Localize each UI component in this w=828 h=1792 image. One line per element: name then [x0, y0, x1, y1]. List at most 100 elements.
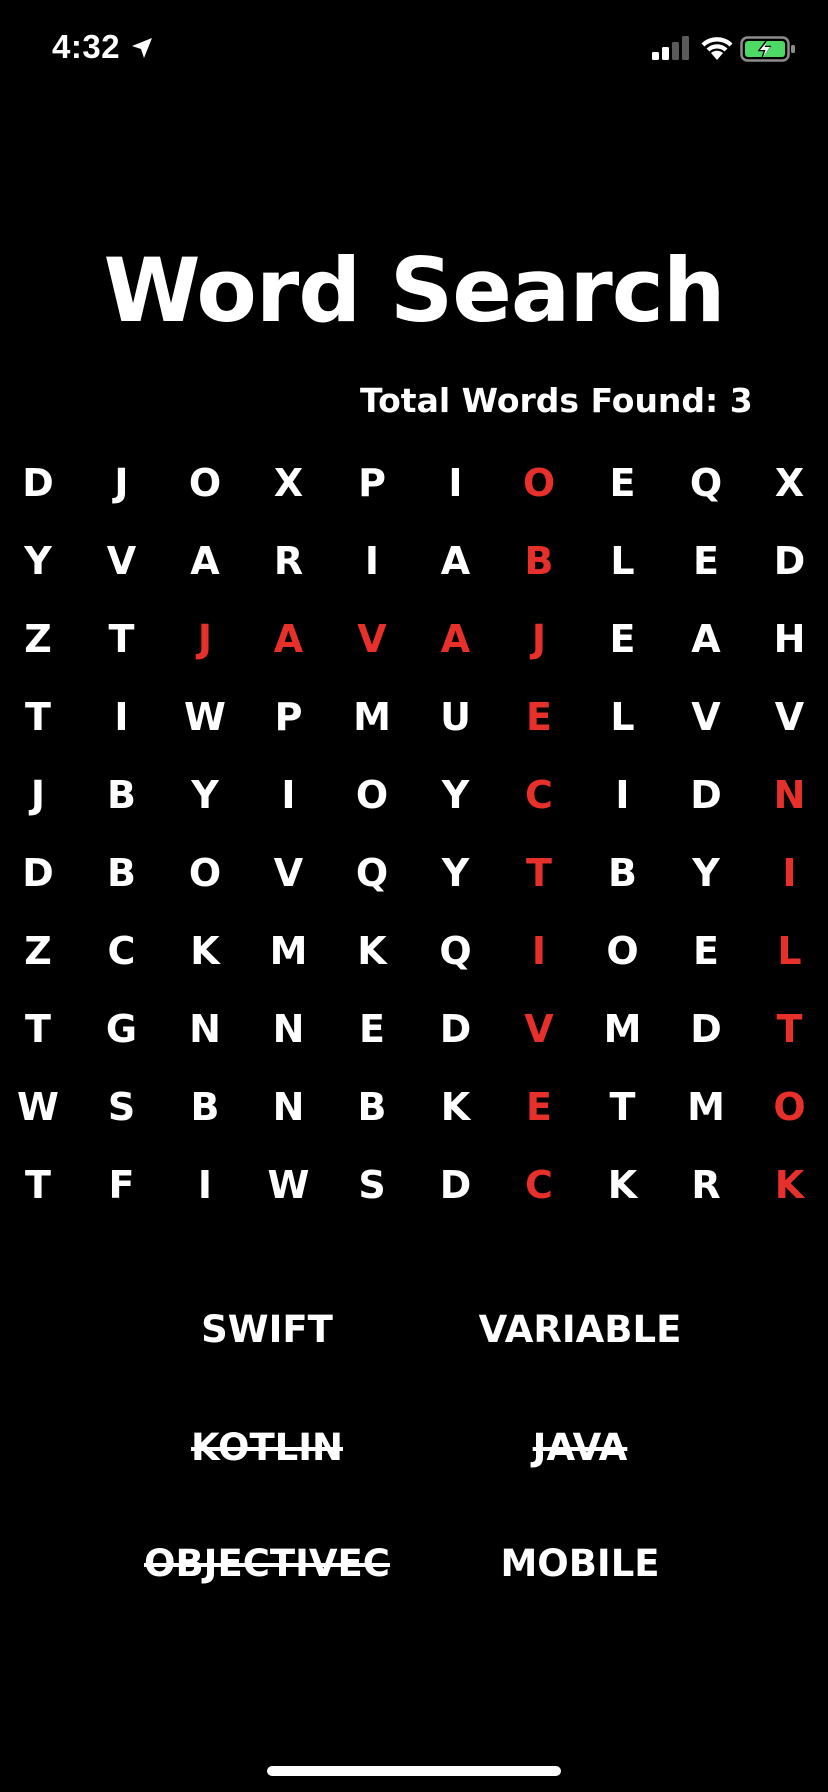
grid-cell-found[interactable]: K	[748, 1146, 828, 1224]
grid-cell[interactable]: B	[330, 1068, 414, 1146]
grid-cell[interactable]: V	[664, 678, 748, 756]
grid-cell-found[interactable]: A	[414, 600, 498, 678]
grid-cell[interactable]: Y	[414, 834, 498, 912]
grid-cell-found[interactable]: L	[748, 912, 828, 990]
grid-cell[interactable]: D	[664, 756, 748, 834]
grid-cell[interactable]: K	[163, 912, 247, 990]
grid-cell[interactable]: N	[247, 1068, 331, 1146]
grid-cell-found[interactable]: V	[497, 990, 581, 1068]
grid-cell[interactable]: O	[330, 756, 414, 834]
grid-cell[interactable]: Q	[664, 444, 748, 522]
grid-cell[interactable]: O	[163, 834, 247, 912]
grid-cell-found[interactable]: E	[497, 678, 581, 756]
grid-cell[interactable]: Z	[0, 600, 80, 678]
grid-cell-found[interactable]: J	[163, 600, 247, 678]
grid-cell-found[interactable]: B	[497, 522, 581, 600]
grid-cell[interactable]: M	[664, 1068, 748, 1146]
grid-cell[interactable]: D	[414, 1146, 498, 1224]
letter-grid[interactable]: DJOXPIOEQXYVARIABLEDZTJAVAJEAHTIWPMUELVV…	[0, 444, 828, 1224]
grid-cell[interactable]: G	[80, 990, 164, 1068]
grid-cell[interactable]: T	[581, 1068, 665, 1146]
grid-cell[interactable]: A	[664, 600, 748, 678]
grid-cell[interactable]: O	[581, 912, 665, 990]
home-indicator[interactable]	[267, 1766, 561, 1776]
grid-cell[interactable]: H	[748, 600, 828, 678]
grid-cell[interactable]: J	[0, 756, 80, 834]
grid-cell[interactable]: W	[0, 1068, 80, 1146]
grid-cell[interactable]: U	[414, 678, 498, 756]
grid-cell[interactable]: B	[80, 834, 164, 912]
grid-cell[interactable]: Y	[0, 522, 80, 600]
grid-cell[interactable]: I	[163, 1146, 247, 1224]
grid-cell[interactable]: D	[664, 990, 748, 1068]
grid-cell-found[interactable]: E	[497, 1068, 581, 1146]
grid-cell[interactable]: B	[581, 834, 665, 912]
grid-cell[interactable]: V	[748, 678, 828, 756]
grid-cell-found[interactable]: O	[497, 444, 581, 522]
grid-cell[interactable]: K	[330, 912, 414, 990]
grid-cell[interactable]: P	[247, 678, 331, 756]
grid-cell[interactable]: E	[330, 990, 414, 1068]
grid-cell[interactable]: I	[330, 522, 414, 600]
grid-cell[interactable]: R	[664, 1146, 748, 1224]
grid-cell[interactable]: C	[80, 912, 164, 990]
grid-cell[interactable]: O	[163, 444, 247, 522]
grid-cell[interactable]: E	[581, 444, 665, 522]
grid-cell[interactable]: T	[0, 990, 80, 1068]
grid-cell-found[interactable]: T	[748, 990, 828, 1068]
grid-cell[interactable]: S	[80, 1068, 164, 1146]
grid-cell[interactable]: X	[748, 444, 828, 522]
grid-cell-found[interactable]: O	[748, 1068, 828, 1146]
grid-cell-found[interactable]: T	[497, 834, 581, 912]
grid-cell-found[interactable]: I	[748, 834, 828, 912]
grid-cell[interactable]: T	[80, 600, 164, 678]
grid-cell[interactable]: A	[163, 522, 247, 600]
grid-cell[interactable]: X	[247, 444, 331, 522]
grid-cell[interactable]: V	[80, 522, 164, 600]
grid-cell-found[interactable]: A	[247, 600, 331, 678]
grid-cell[interactable]: W	[163, 678, 247, 756]
grid-cell[interactable]: V	[247, 834, 331, 912]
grid-cell[interactable]: K	[581, 1146, 665, 1224]
grid-cell[interactable]: R	[247, 522, 331, 600]
grid-cell-found[interactable]: C	[497, 756, 581, 834]
grid-cell[interactable]: E	[664, 522, 748, 600]
grid-cell[interactable]: T	[0, 1146, 80, 1224]
grid-cell[interactable]: M	[581, 990, 665, 1068]
grid-cell[interactable]: A	[414, 522, 498, 600]
grid-cell[interactable]: B	[80, 756, 164, 834]
grid-cell[interactable]: I	[80, 678, 164, 756]
grid-cell[interactable]: I	[414, 444, 498, 522]
grid-cell[interactable]: Q	[414, 912, 498, 990]
grid-cell[interactable]: D	[0, 834, 80, 912]
grid-cell-found[interactable]: J	[497, 600, 581, 678]
grid-cell[interactable]: Y	[664, 834, 748, 912]
grid-cell[interactable]: D	[414, 990, 498, 1068]
grid-cell-found[interactable]: C	[497, 1146, 581, 1224]
grid-cell[interactable]: P	[330, 444, 414, 522]
grid-cell[interactable]: J	[80, 444, 164, 522]
grid-cell[interactable]: E	[581, 600, 665, 678]
grid-cell[interactable]: N	[163, 990, 247, 1068]
grid-cell[interactable]: Z	[0, 912, 80, 990]
grid-cell[interactable]: E	[664, 912, 748, 990]
grid-cell[interactable]: L	[581, 522, 665, 600]
grid-cell[interactable]: D	[0, 444, 80, 522]
grid-cell[interactable]: N	[247, 990, 331, 1068]
grid-cell[interactable]: I	[247, 756, 331, 834]
grid-cell-found[interactable]: N	[748, 756, 828, 834]
grid-cell[interactable]: M	[247, 912, 331, 990]
grid-cell[interactable]: M	[330, 678, 414, 756]
grid-cell-found[interactable]: I	[497, 912, 581, 990]
grid-cell[interactable]: Y	[414, 756, 498, 834]
grid-cell[interactable]: S	[330, 1146, 414, 1224]
grid-cell[interactable]: T	[0, 678, 80, 756]
grid-cell[interactable]: L	[581, 678, 665, 756]
grid-cell[interactable]: F	[80, 1146, 164, 1224]
grid-cell[interactable]: Q	[330, 834, 414, 912]
grid-cell-found[interactable]: V	[330, 600, 414, 678]
grid-cell[interactable]: W	[247, 1146, 331, 1224]
grid-cell[interactable]: Y	[163, 756, 247, 834]
grid-cell[interactable]: D	[748, 522, 828, 600]
grid-cell[interactable]: I	[581, 756, 665, 834]
